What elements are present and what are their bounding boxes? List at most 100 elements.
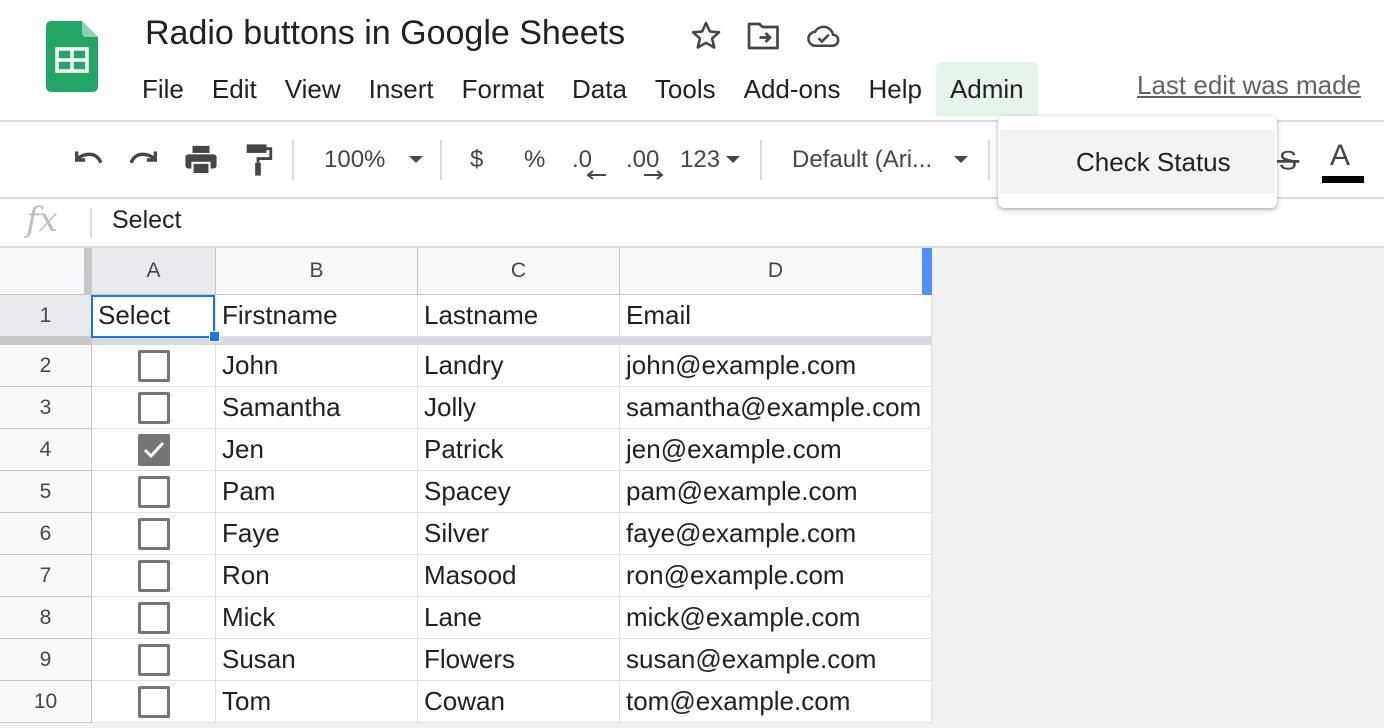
select-cell[interactable] <box>92 429 216 471</box>
select-cell[interactable] <box>92 681 216 723</box>
checkbox-checked[interactable] <box>137 433 170 466</box>
sheets-logo-icon[interactable] <box>46 21 98 92</box>
menu-data[interactable]: Data <box>558 62 641 116</box>
checkbox[interactable] <box>137 559 170 592</box>
email-cell[interactable]: jen@example.com <box>620 429 932 471</box>
firstname-cell[interactable]: Faye <box>216 513 418 555</box>
column-header-b[interactable]: B <box>216 248 418 295</box>
row-header[interactable]: 9 <box>0 639 92 681</box>
checkbox[interactable] <box>137 475 170 508</box>
row-header[interactable]: 4 <box>0 429 92 471</box>
row-header[interactable]: 8 <box>0 597 92 639</box>
percent-format-button[interactable]: % <box>524 140 545 180</box>
row-header[interactable]: 6 <box>0 513 92 555</box>
menu-view[interactable]: View <box>271 62 355 116</box>
column-header-d[interactable]: D <box>620 248 932 295</box>
zoom-select[interactable]: 100% <box>324 140 385 180</box>
firstname-cell[interactable]: Samantha <box>216 387 418 429</box>
checkbox[interactable] <box>137 391 170 424</box>
lastname-cell[interactable]: Jolly <box>418 387 620 429</box>
header-cell[interactable]: Firstname <box>216 295 418 337</box>
lastname-cell[interactable]: Patrick <box>418 429 620 471</box>
email-cell[interactable]: mick@example.com <box>620 597 932 639</box>
checkbox[interactable] <box>137 643 170 676</box>
undo-icon[interactable] <box>68 138 108 182</box>
select-cell[interactable] <box>92 555 216 597</box>
checkbox[interactable] <box>137 349 170 382</box>
row-header[interactable]: 5 <box>0 471 92 513</box>
email-cell[interactable]: pam@example.com <box>620 471 932 513</box>
menu-insert[interactable]: Insert <box>355 62 448 116</box>
lastname-cell[interactable]: Landry <box>418 345 620 387</box>
admin-dropdown-menu: Check Status <box>998 116 1277 208</box>
menu-edit[interactable]: Edit <box>198 62 271 116</box>
firstname-cell[interactable]: Pam <box>216 471 418 513</box>
checkbox[interactable] <box>137 517 170 550</box>
row-header[interactable]: 3 <box>0 387 92 429</box>
redo-icon[interactable] <box>124 138 164 182</box>
menu-add-ons[interactable]: Add-ons <box>730 62 855 116</box>
email-cell[interactable]: susan@example.com <box>620 639 932 681</box>
select-cell[interactable] <box>92 387 216 429</box>
paint-format-icon[interactable] <box>238 138 278 182</box>
select-cell[interactable] <box>92 345 216 387</box>
row-header[interactable]: 7 <box>0 555 92 597</box>
lastname-cell[interactable]: Flowers <box>418 639 620 681</box>
font-family-select[interactable]: Default (Ari... <box>792 140 932 180</box>
zoom-dropdown-icon[interactable] <box>404 138 428 182</box>
select-cell[interactable] <box>92 639 216 681</box>
email-cell[interactable]: ron@example.com <box>620 555 932 597</box>
lastname-cell[interactable]: Spacey <box>418 471 620 513</box>
more-formats-button[interactable]: 123 <box>680 140 720 180</box>
checkbox[interactable] <box>137 601 170 634</box>
more-formats-dropdown-icon[interactable] <box>722 138 744 182</box>
header-cell[interactable]: Lastname <box>418 295 620 337</box>
text-color-button[interactable]: A <box>1330 136 1350 176</box>
email-cell[interactable]: faye@example.com <box>620 513 932 555</box>
lastname-cell[interactable]: Lane <box>418 597 620 639</box>
menu-format[interactable]: Format <box>448 62 558 116</box>
row-header[interactable]: 10 <box>0 681 92 723</box>
frozen-row-handle[interactable] <box>0 337 92 345</box>
menu-admin[interactable]: Admin <box>935 62 1038 116</box>
lastname-cell[interactable]: Cowan <box>418 681 620 723</box>
email-cell[interactable]: tom@example.com <box>620 681 932 723</box>
select-cell[interactable] <box>92 471 216 513</box>
star-icon[interactable] <box>688 18 724 54</box>
column-header-c[interactable]: C <box>418 248 620 295</box>
font-dropdown-icon[interactable] <box>950 138 972 182</box>
document-title[interactable]: Radio buttons in Google Sheets <box>145 14 625 53</box>
firstname-cell[interactable]: Tom <box>216 681 418 723</box>
frozen-row-divider[interactable] <box>0 337 932 345</box>
firstname-cell[interactable]: John <box>216 345 418 387</box>
currency-format-button[interactable]: $ <box>470 140 483 180</box>
check-status-menu-item[interactable]: Check Status <box>1000 130 1275 194</box>
lastname-cell[interactable]: Masood <box>418 555 620 597</box>
checkbox[interactable] <box>137 685 170 718</box>
column-header-a[interactable]: A <box>92 248 216 295</box>
firstname-cell[interactable]: Mick <box>216 597 418 639</box>
last-edit-link[interactable]: Last edit was made <box>1137 70 1361 101</box>
menu-tools[interactable]: Tools <box>641 62 730 116</box>
select-cell[interactable] <box>92 513 216 555</box>
row-header[interactable]: 1 <box>0 295 92 337</box>
select-cell[interactable] <box>92 597 216 639</box>
move-to-folder-icon[interactable] <box>746 18 782 54</box>
fill-handle[interactable] <box>209 331 220 342</box>
cloud-saved-icon[interactable] <box>806 18 842 54</box>
firstname-cell[interactable]: Ron <box>216 555 418 597</box>
row-header[interactable]: 2 <box>0 345 92 387</box>
header-cell[interactable]: Select <box>92 295 216 337</box>
print-icon[interactable] <box>180 138 222 182</box>
firstname-cell[interactable]: Susan <box>216 639 418 681</box>
firstname-cell[interactable]: Jen <box>216 429 418 471</box>
menu-file[interactable]: File <box>128 62 198 116</box>
header-cell[interactable]: Email <box>620 295 932 337</box>
formula-input[interactable]: Select <box>112 206 181 235</box>
lastname-cell[interactable]: Silver <box>418 513 620 555</box>
column-resize-handle[interactable] <box>922 248 932 295</box>
email-cell[interactable]: john@example.com <box>620 345 932 387</box>
email-cell[interactable]: samantha@example.com <box>620 387 932 429</box>
select-all-corner[interactable] <box>0 248 92 295</box>
menu-help[interactable]: Help <box>854 62 935 116</box>
